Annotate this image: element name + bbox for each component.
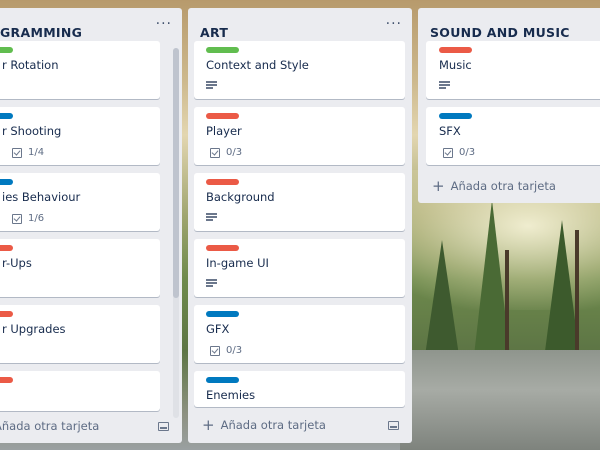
checklist-count: 0/3 xyxy=(226,147,243,158)
card[interactable]: r-Ups xyxy=(0,239,160,297)
card-title: r Shooting xyxy=(2,124,62,138)
list-art[interactable]: ART ··· Context and Style Player 0/3 Bac… xyxy=(188,8,412,443)
plus-icon: + xyxy=(432,176,445,195)
card-title: Player xyxy=(206,124,242,138)
checklist-count: 1/4 xyxy=(28,147,45,158)
card-title: Background xyxy=(206,190,275,204)
card-label-blue xyxy=(206,377,239,383)
checklist-badge: 0/3 xyxy=(443,147,475,158)
card[interactable]: SFX 0/3 xyxy=(426,107,600,165)
card-template-icon[interactable] xyxy=(388,421,399,430)
card-label-blue xyxy=(0,113,13,119)
card-title: r Rotation xyxy=(2,58,59,72)
checklist-badge: 1/4 xyxy=(12,147,44,158)
card[interactable]: r Shooting 1/4 xyxy=(0,107,160,165)
list-menu-button[interactable]: ··· xyxy=(156,16,172,32)
card-title: r Upgrades xyxy=(2,322,66,336)
add-card-label: Añada otra tarjeta xyxy=(0,419,100,433)
card-label-red xyxy=(206,245,239,251)
scrollbar-thumb[interactable] xyxy=(173,48,179,298)
list-title[interactable]: SOUND AND MUSIC xyxy=(430,25,570,40)
description-icon xyxy=(206,279,217,288)
card-label-red xyxy=(0,245,13,251)
card[interactable]: r Upgrades xyxy=(0,305,160,363)
card-title: Music xyxy=(439,58,472,72)
checklist-count: 0/3 xyxy=(459,147,476,158)
description-badge xyxy=(206,279,217,288)
card-title: GFX xyxy=(206,322,230,336)
card-title: Enemies xyxy=(206,388,256,402)
checklist-icon xyxy=(210,147,220,158)
checklist-badge: 0/3 xyxy=(210,345,242,356)
card-title: In-game UI xyxy=(206,256,269,270)
card[interactable]: r Rotation xyxy=(0,41,160,99)
list-menu-button[interactable]: ··· xyxy=(386,16,402,32)
card-label-blue xyxy=(0,179,13,185)
checklist-badge: 0/3 xyxy=(210,147,242,158)
add-card-button[interactable]: + Añada otra tarjeta xyxy=(202,415,326,435)
card[interactable]: Context and Style xyxy=(194,41,405,99)
card-label-red xyxy=(0,311,13,317)
card[interactable]: ies Behaviour 1/6 xyxy=(0,173,160,231)
card-title: ies Behaviour xyxy=(2,190,81,204)
list-programming[interactable]: GRAMMING ··· r Rotation r Shooting 1/4 i… xyxy=(0,8,182,443)
card-label-red xyxy=(206,179,239,185)
description-icon xyxy=(206,81,217,90)
checklist-icon xyxy=(210,345,220,356)
checklist-icon xyxy=(12,213,22,224)
checklist-count: 0/3 xyxy=(226,345,243,356)
description-icon xyxy=(439,81,450,90)
card[interactable]: GFX 0/3 xyxy=(194,305,405,363)
list-title[interactable]: ART xyxy=(200,25,228,40)
card-label-green xyxy=(206,47,239,53)
add-card-label: Añada otra tarjeta xyxy=(450,179,556,193)
card-label-red xyxy=(206,113,239,119)
card-label-blue xyxy=(439,113,472,119)
card-title: Context and Style xyxy=(206,58,309,72)
plus-icon: + xyxy=(202,415,215,434)
add-card-button[interactable]: Añada otra tarjeta xyxy=(0,416,99,436)
checklist-badge: 1/6 xyxy=(12,213,44,224)
add-card-label: Añada otra tarjeta xyxy=(220,418,326,432)
card-label-blue xyxy=(206,311,239,317)
list-scrollbar[interactable] xyxy=(173,48,179,418)
add-card-button[interactable]: + Añada otra tarjeta xyxy=(432,176,556,196)
checklist-count: 1/6 xyxy=(28,213,45,224)
card[interactable]: Music xyxy=(426,41,600,99)
card-label-red xyxy=(0,377,13,383)
card[interactable]: Background xyxy=(194,173,405,231)
card[interactable] xyxy=(0,371,160,411)
checklist-icon xyxy=(12,147,22,158)
card-label-red xyxy=(439,47,472,53)
card[interactable]: Enemies xyxy=(194,371,405,407)
description-badge xyxy=(439,81,450,90)
card[interactable]: Player 0/3 xyxy=(194,107,405,165)
card-label-green xyxy=(0,47,13,53)
card-template-icon[interactable] xyxy=(158,422,169,431)
card-title: r-Ups xyxy=(2,256,32,270)
list-sound-and-music[interactable]: SOUND AND MUSIC Music SFX 0/3 + Añada ot… xyxy=(418,8,600,203)
card-title: SFX xyxy=(439,124,461,138)
list-title[interactable]: GRAMMING xyxy=(0,25,82,40)
checklist-icon xyxy=(443,147,453,158)
background-rocks xyxy=(400,350,600,450)
description-badge xyxy=(206,81,217,90)
description-badge xyxy=(206,213,217,222)
description-icon xyxy=(206,213,217,222)
card[interactable]: In-game UI xyxy=(194,239,405,297)
